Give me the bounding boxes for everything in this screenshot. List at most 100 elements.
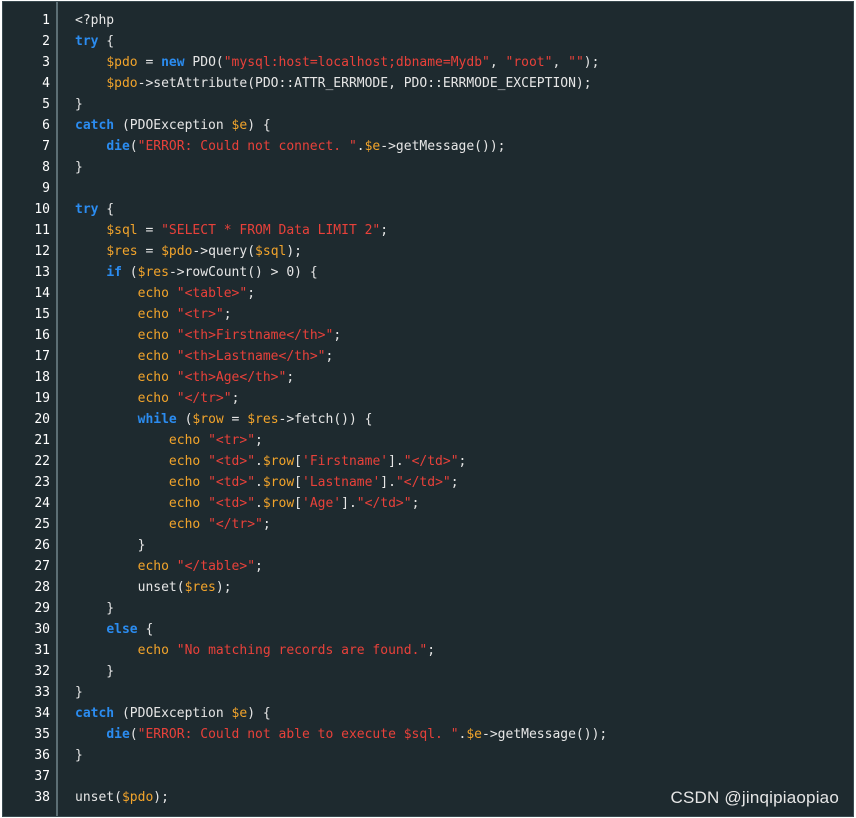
line-number: 10 (34, 202, 50, 217)
code-token: } (75, 601, 115, 616)
code-line: 36} (3, 745, 853, 766)
code-text: $pdo = new PDO("mysql:host=localhost;dbn… (75, 52, 599, 73)
code-line: 27 echo "</table>"; (3, 556, 853, 577)
code-line: 24 echo "<td>".$row['Age']."</td>"; (3, 493, 853, 514)
code-token: catch (75, 706, 115, 721)
code-token: ( (176, 412, 193, 427)
code-token: "</tr>" (208, 517, 263, 532)
code-text: else { (75, 619, 153, 640)
code-token: ; (286, 370, 295, 385)
code-token: "root" (505, 55, 553, 70)
code-token: try (75, 34, 99, 49)
code-lines: 1 <?php 2 try {3 $pdo = new PDO("mysql:host… (3, 10, 853, 808)
code-token: "No matching records are found." (176, 643, 428, 658)
line-number: 3 (42, 55, 50, 70)
code-token: $res (247, 412, 279, 427)
code-token: ( (129, 139, 138, 154)
line-number: 33 (34, 685, 50, 700)
code-token: new (161, 55, 185, 70)
code-text: echo "<td>".$row['Age']."</td>"; (75, 493, 420, 514)
line-number: 21 (34, 433, 50, 448)
line-number: 5 (42, 97, 50, 112)
code-token: ]. (388, 454, 404, 469)
code-line: 1 <?php (3, 10, 853, 31)
code-token: (PDOException (114, 118, 232, 133)
line-number: 32 (34, 664, 50, 679)
code-text: echo "<td>".$row['Firstname']."</td>"; (75, 451, 466, 472)
code-token: "</td>" (403, 454, 459, 469)
code-token: echo (137, 349, 169, 364)
line-number: 18 (34, 370, 50, 385)
code-line: 5} (3, 94, 853, 115)
code-line: 25 echo "</tr>"; (3, 514, 853, 535)
code-token: ; (255, 433, 263, 448)
code-token: = (137, 55, 162, 70)
line-number: 23 (34, 475, 50, 490)
code-token: $e (231, 118, 248, 133)
code-token: "ERROR: Could not connect. " (137, 139, 357, 154)
code-token: ; (231, 391, 240, 406)
code-token: "<td>" (208, 496, 256, 511)
code-line: 18 echo "<th>Age</th>"; (3, 367, 853, 388)
code-token: 'Lastname' (302, 475, 381, 490)
code-token: ]. (341, 496, 357, 511)
code-token: $pdo (161, 244, 193, 259)
code-line: 6 catch (PDOException $e) { (3, 115, 853, 136)
code-token: while (137, 412, 177, 427)
code-token: "</td>" (395, 475, 451, 490)
code-token: , (552, 55, 569, 70)
code-token: PDO( (184, 55, 224, 70)
line-number: 15 (34, 307, 50, 322)
code-token: echo (168, 475, 201, 490)
code-line: 7 die("ERROR: Could not connect. ".$e->g… (3, 136, 853, 157)
code-line: 4 $pdo->setAttribute(PDO::ATTR_ERRMODE, … (3, 73, 853, 94)
code-token: . (255, 475, 263, 490)
code-token: 'Firstname' (302, 454, 389, 469)
code-line: 22 echo "<td>".$row['Firstname']."</td>"… (3, 451, 853, 472)
code-text: echo "<tr>"; (75, 430, 263, 451)
code-token: ; (223, 307, 232, 322)
code-line: 28 unset($res); (3, 577, 853, 598)
code-text: try { (75, 199, 114, 220)
code-text: catch (PDOException $e) { (75, 115, 271, 136)
code-token: = (223, 412, 248, 427)
code-token: "<th>Age</th>" (176, 370, 287, 385)
code-token: , (489, 55, 506, 70)
code-token: echo (168, 454, 201, 469)
code-line: 19 echo "</tr>"; (3, 388, 853, 409)
code-token: echo (137, 559, 169, 574)
code-line: 13 if ($res->rowCount() > 0) { (3, 262, 853, 283)
line-number: 37 (34, 769, 50, 784)
code-token: ; (255, 559, 263, 574)
line-number: 27 (34, 559, 50, 574)
code-token: die (106, 727, 130, 742)
code-token: } (75, 538, 146, 553)
code-text: echo "<table>"; (75, 283, 255, 304)
code-line: 8} (3, 157, 853, 178)
code-token: ->rowCount() > 0) { (168, 265, 318, 280)
code-token: "</tr>" (176, 391, 232, 406)
code-line: 26 } (3, 535, 853, 556)
code-text: } (75, 94, 83, 115)
code-token: ; (411, 496, 420, 511)
code-token: echo (137, 286, 169, 301)
code-line: 9 (3, 178, 853, 199)
line-number: 36 (34, 748, 50, 763)
code-text: $pdo->setAttribute(PDO::ATTR_ERRMODE, PD… (75, 73, 591, 94)
code-text: } (75, 598, 114, 619)
code-token: echo (168, 496, 201, 511)
line-number: 1 (42, 13, 50, 28)
code-token: "<td>" (208, 454, 256, 469)
code-text: } (75, 157, 83, 178)
code-line: 31 echo "No matching records are found."… (3, 640, 853, 661)
code-text: die("ERROR: Could not connect. ".$e->get… (75, 136, 505, 157)
